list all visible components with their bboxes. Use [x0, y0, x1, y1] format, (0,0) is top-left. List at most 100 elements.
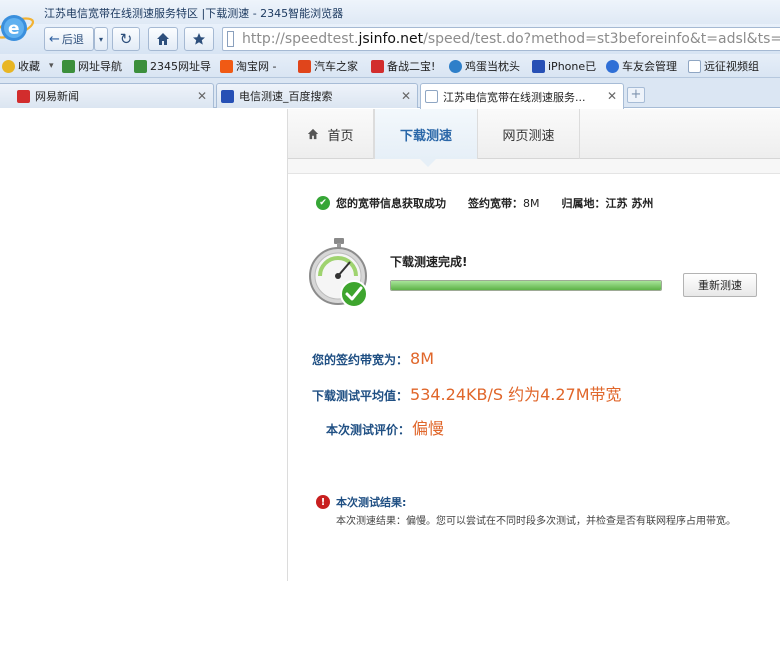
nav-home[interactable]: 首页: [288, 109, 374, 159]
average-speed-row: 下载测试平均值： 534.24KB/S 约为4.27M带宽: [312, 381, 622, 405]
contract-label: 您的签约带宽为：: [312, 353, 409, 367]
globe-icon: [449, 59, 462, 73]
home-icon: [308, 128, 319, 140]
tab-label: 网易新闻: [35, 90, 79, 103]
nav-download-test[interactable]: 下载测速: [374, 109, 478, 159]
plus-icon: +: [630, 87, 642, 102]
speedtest-page: 首页 下载测速 网页测速 ✔ 您的宽带信息获取成功 签约宽带： 8M 归属地： …: [287, 109, 780, 581]
fav-item-collect[interactable]: 收藏 ▾: [2, 58, 54, 74]
average-value: 534.24KB/S 约为4.27M带宽: [410, 385, 622, 404]
tab-netease-news[interactable]: 网易新闻 ✕: [0, 83, 214, 108]
home-icon: [62, 59, 75, 73]
result-summary-body: 本次测速结果：偏慢。您可以尝试在不同时段多次测试，并检查是否有联网程序占用带宽。: [336, 516, 736, 527]
home-icon: [157, 33, 169, 45]
netease-icon: [17, 89, 30, 103]
success-check-icon: ✔: [316, 196, 330, 210]
chevron-down-icon: ▾: [49, 61, 54, 71]
browser-window: 江苏电信宽带在线测速服务特区 |下载测速 - 2345智能浏览器 ← 后退 ▾ …: [0, 0, 780, 661]
star-icon: [193, 33, 205, 45]
contract-bandwidth-row: 您的签约带宽为： 8M: [312, 349, 434, 368]
tab-baidu-search[interactable]: 电信测速_百度搜索 ✕: [216, 83, 418, 108]
back-history-dropdown[interactable]: ▾: [94, 27, 108, 51]
fav-label: 备战二宝!: [387, 60, 436, 73]
close-icon[interactable]: ✕: [607, 89, 617, 103]
tab-label: 电信测速_百度搜索: [239, 90, 333, 103]
fav-item-yuanzheng[interactable]: 远征视频组: [688, 58, 759, 74]
location-value: 江苏 苏州: [605, 197, 654, 210]
result-title-text: 本次测试结果:: [336, 496, 407, 509]
car-icon: [298, 59, 311, 73]
fav-item-beizhan[interactable]: 备战二宝!: [371, 58, 435, 74]
fav-label: 汽车之家: [314, 60, 358, 73]
fav-label: 2345网址导: [150, 60, 211, 73]
rating-row: 本次测试评价： 偏慢: [326, 415, 444, 439]
refresh-icon: ↻: [119, 30, 133, 48]
fav-item-iphone[interactable]: iPhone已: [532, 58, 596, 74]
alert-icon: !: [316, 495, 330, 509]
site-nav: 首页 下载测速 网页测速: [288, 109, 780, 167]
close-icon[interactable]: ✕: [197, 89, 207, 103]
nav-web-label: 网页测速: [502, 128, 555, 144]
address-text: http://speedtest.jsinfo.net/speed/test.d…: [241, 31, 780, 47]
average-label: 下载测试平均值：: [312, 389, 409, 403]
new-tab-button[interactable]: +: [627, 87, 645, 103]
page-icon: [227, 31, 234, 47]
result-summary-title: ! 本次测试结果:: [316, 494, 406, 510]
fav-item-cheyouhui[interactable]: 车友会管理: [606, 58, 677, 74]
rating-label: 本次测试评价：: [326, 423, 411, 437]
fav-item-2345[interactable]: 2345网址导: [134, 58, 211, 74]
tab-jiangsu-speedtest[interactable]: 江苏电信宽带在线测速服务... ✕: [420, 83, 624, 109]
fav-item-nav[interactable]: 网址导航: [62, 58, 122, 74]
fav-label: 远征视频组: [704, 60, 759, 73]
progress-fill: [391, 281, 661, 290]
retest-button[interactable]: 重新测速: [683, 273, 757, 297]
back-arrow-icon: ←: [49, 31, 60, 47]
favorites-bar: 收藏 ▾ 网址导航 2345网址导 淘宝网 - 汽车之家 备战二宝! 鸡蛋当枕头: [0, 54, 780, 78]
browser-logo-icon[interactable]: e: [0, 6, 36, 46]
fav-label: 收藏: [18, 60, 40, 73]
test-complete-text: 下载测速完成!: [390, 255, 468, 269]
bandwidth-value: 8M: [523, 196, 540, 210]
contract-value: 8M: [410, 349, 434, 368]
page-icon: [425, 90, 438, 103]
broadband-status: ✔ 您的宽带信息获取成功 签约宽带： 8M 归属地： 江苏 苏州: [316, 195, 653, 211]
bandwidth-label: 签约宽带：: [468, 197, 523, 210]
fav-item-jidan[interactable]: 鸡蛋当枕头: [449, 58, 520, 74]
nav-download-label: 下载测速: [399, 128, 452, 144]
fav-label: 网址导航: [78, 60, 122, 73]
back-button-label: 后退: [61, 33, 84, 46]
tab-strip: 网易新闻 ✕ 电信测速_百度搜索 ✕ 江苏电信宽带在线测速服务... ✕ +: [0, 78, 780, 109]
fav-item-taobao[interactable]: 淘宝网 -: [220, 58, 276, 74]
sohu-icon: [606, 59, 619, 73]
star-icon: [2, 59, 15, 73]
refresh-button[interactable]: ↻: [112, 27, 140, 51]
page-icon: [688, 59, 701, 73]
address-bar[interactable]: http://speedtest.jsinfo.net/speed/test.d…: [222, 27, 780, 51]
title-bar: 江苏电信宽带在线测速服务特区 |下载测速 - 2345智能浏览器: [0, 0, 780, 24]
fav-label: 鸡蛋当枕头: [465, 60, 520, 73]
location-label: 归属地：: [561, 197, 606, 210]
nav-web-test[interactable]: 网页测速: [478, 109, 580, 159]
stopwatch-icon: [309, 238, 368, 308]
rating-value: 偏慢: [412, 419, 445, 438]
svg-text:e: e: [8, 19, 20, 39]
fav-label: iPhone已: [548, 60, 597, 73]
back-button[interactable]: ← 后退: [44, 27, 94, 51]
nav-home-label: 首页: [327, 128, 354, 144]
status-success-text: 您的宽带信息获取成功: [336, 197, 446, 210]
paw-icon: [532, 59, 545, 73]
close-icon[interactable]: ✕: [401, 89, 411, 103]
window-title: 江苏电信宽带在线测速服务特区 |下载测速 - 2345智能浏览器: [44, 7, 344, 20]
paw-icon: [221, 89, 234, 103]
dropdown-arrow-icon: ▾: [98, 34, 103, 44]
download-progress-bar: [390, 280, 662, 291]
tab-label: 江苏电信宽带在线测速服务...: [443, 90, 586, 104]
navigation-toolbar: ← 后退 ▾ ↻ http://speedtest.jsinfo.net/spe…: [0, 24, 780, 54]
home-icon: [134, 59, 147, 73]
home-button[interactable]: [148, 27, 178, 51]
fav-item-autohome[interactable]: 汽车之家: [298, 58, 358, 74]
favorites-button[interactable]: [184, 27, 214, 51]
active-tab-pointer: [419, 158, 437, 167]
fav-label: 淘宝网 -: [236, 60, 277, 73]
netease-icon: [371, 59, 384, 73]
